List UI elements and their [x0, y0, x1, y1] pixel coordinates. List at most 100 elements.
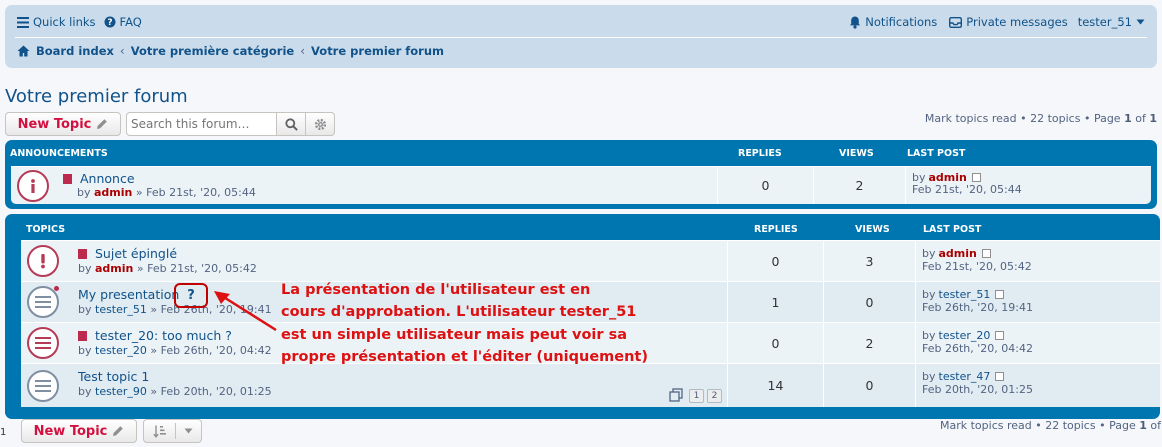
goto-post-icon[interactable]	[995, 331, 1005, 340]
topic-title-wrap: Sujet épinglé	[78, 246, 177, 261]
total-pages: 1	[1149, 112, 1157, 125]
topic-page-link[interactable]: 1	[689, 389, 704, 403]
page-label: Page	[1109, 419, 1140, 432]
topic-replies: 1	[727, 282, 823, 322]
last-post-date: Feb 21st, '20, 05:42	[922, 260, 1032, 273]
topic-meta: by tester_90 » Feb 20th, '20, 01:25	[78, 385, 272, 398]
announcement-title[interactable]: Annonce	[80, 171, 135, 186]
annotation-text-line: propre présentation et l'éditer (uniquem…	[281, 349, 648, 365]
goto-post-icon[interactable]	[995, 290, 1005, 299]
topic-by: by	[78, 303, 92, 316]
last-post-date: Feb 26th, '20, 04:42	[922, 342, 1033, 355]
pages-icon	[669, 388, 683, 402]
topic-hot-icon	[27, 327, 59, 359]
topic-title-wrap: tester_20: too much ?	[78, 328, 232, 343]
topic-author[interactable]: tester_90	[95, 385, 147, 398]
sort-icon	[152, 425, 166, 438]
pagination-bottom: Mark topics read • 22 topics • Page 1 of	[940, 419, 1161, 432]
pagination-separator: •	[1016, 112, 1031, 125]
topic-meta: by admin » Feb 21st, '20, 05:42	[78, 262, 257, 275]
quick-links-menu[interactable]: Quick links	[17, 15, 96, 29]
sort-options-button[interactable]	[143, 419, 202, 443]
mark-topics-read-link[interactable]: Mark topics read	[925, 112, 1017, 125]
hamburger-icon	[17, 16, 29, 28]
lines-icon	[35, 337, 51, 349]
quick-links-label: Quick links	[33, 15, 96, 29]
goto-post-icon[interactable]	[971, 173, 981, 182]
faq-label: FAQ	[119, 15, 142, 29]
breadcrumb: Board index ‹ Votre première catégorie ‹…	[17, 44, 444, 58]
last-post-by: by	[922, 247, 936, 260]
private-messages-label: Private messages	[966, 15, 1068, 29]
topic-author[interactable]: admin	[95, 262, 133, 275]
notifications-link[interactable]: Notifications	[849, 15, 937, 29]
topic-title[interactable]: Sujet épinglé	[95, 246, 177, 261]
topic-replies: 14	[727, 364, 823, 407]
advanced-search-button[interactable]	[306, 112, 335, 136]
announcement-topic-icon	[17, 170, 49, 202]
page-of-label: of	[1131, 112, 1150, 125]
annotation-text-line: est un simple utilisateur mais peut voir…	[281, 327, 628, 343]
question-circle-icon: ?	[104, 16, 116, 28]
goto-post-icon[interactable]	[981, 249, 991, 258]
topic-page-link[interactable]: 2	[707, 389, 722, 403]
topic-views: 0	[823, 282, 915, 322]
gear-icon	[314, 118, 326, 130]
announcement-row: Annonce by admin » Feb 21st, '20, 05:44 …	[11, 166, 1151, 204]
last-post-by: by	[922, 288, 936, 301]
views-header: VIEWS	[855, 224, 890, 235]
breadcrumb-category[interactable]: Votre première catégorie	[131, 44, 294, 58]
page-title[interactable]: Votre premier forum	[5, 86, 188, 107]
attachment-icon	[63, 173, 72, 184]
topic-title[interactable]: My presentation	[78, 287, 179, 302]
breadcrumb-board-index[interactable]: Board index	[36, 44, 114, 58]
last-post-by: by	[912, 171, 926, 184]
views-header: VIEWS	[839, 148, 874, 159]
breadcrumb-separator: ‹	[119, 44, 125, 58]
new-topic-button[interactable]: New Topic	[5, 112, 121, 136]
topic-author[interactable]: tester_20	[95, 344, 147, 357]
search-input[interactable]	[126, 112, 277, 136]
last-post-header: LAST POST	[923, 224, 982, 235]
topic-views: 2	[823, 323, 915, 363]
sticky-topic-icon	[27, 245, 59, 277]
annotation-text-line: cours d'approbation. L'utilisateur teste…	[281, 304, 637, 320]
notifications-label: Notifications	[865, 15, 938, 29]
goto-post-icon[interactable]	[995, 372, 1005, 381]
lines-icon	[35, 296, 51, 308]
search-box	[126, 112, 335, 136]
last-post-author[interactable]: admin	[929, 171, 967, 184]
last-post-author[interactable]: tester_20	[939, 329, 991, 342]
pagination-separator: •	[1080, 112, 1094, 125]
page-label: Page	[1093, 112, 1125, 125]
last-post-author[interactable]: tester_51	[939, 288, 991, 301]
faq-link[interactable]: ? FAQ	[104, 15, 142, 29]
last-post-author[interactable]: tester_47	[939, 370, 991, 383]
breadcrumb-separator: ‹	[300, 44, 306, 58]
button-divider	[174, 423, 176, 439]
pencil-icon	[97, 119, 108, 129]
announcement-date: » Feb 21st, '20, 05:44	[132, 187, 256, 199]
topic-title[interactable]: Test topic 1	[78, 369, 149, 384]
breadcrumb-forum[interactable]: Votre premier forum	[311, 44, 444, 58]
announcement-by: by	[77, 187, 91, 199]
new-topic-button-bottom[interactable]: New Topic	[21, 419, 137, 443]
topic-row: Test topic 1 by tester_90 » Feb 20th, '2…	[21, 363, 1160, 407]
pagination-separator: •	[1095, 419, 1110, 432]
bell-icon	[850, 16, 861, 29]
search-button[interactable]	[277, 112, 306, 136]
announcement-author[interactable]: admin	[94, 187, 132, 199]
topic-author[interactable]: tester_51	[95, 303, 147, 316]
pagination-top: Mark topics read • 22 topics • Page 1 of…	[925, 112, 1157, 125]
home-icon	[17, 45, 30, 57]
user-menu[interactable]: tester_51	[1078, 15, 1145, 29]
navbar-divider	[15, 37, 1147, 38]
last-post-by: by	[922, 329, 936, 342]
private-messages-link[interactable]: Private messages	[949, 15, 1068, 29]
last-post-author[interactable]: admin	[939, 247, 977, 260]
mark-topics-read-link[interactable]: Mark topics read	[940, 419, 1032, 432]
topic-count: 22 topics	[1030, 112, 1081, 125]
announcements-header: ANNOUNCEMENTS	[10, 148, 108, 159]
announcement-replies: 0	[717, 167, 813, 204]
topic-by: by	[78, 385, 92, 398]
